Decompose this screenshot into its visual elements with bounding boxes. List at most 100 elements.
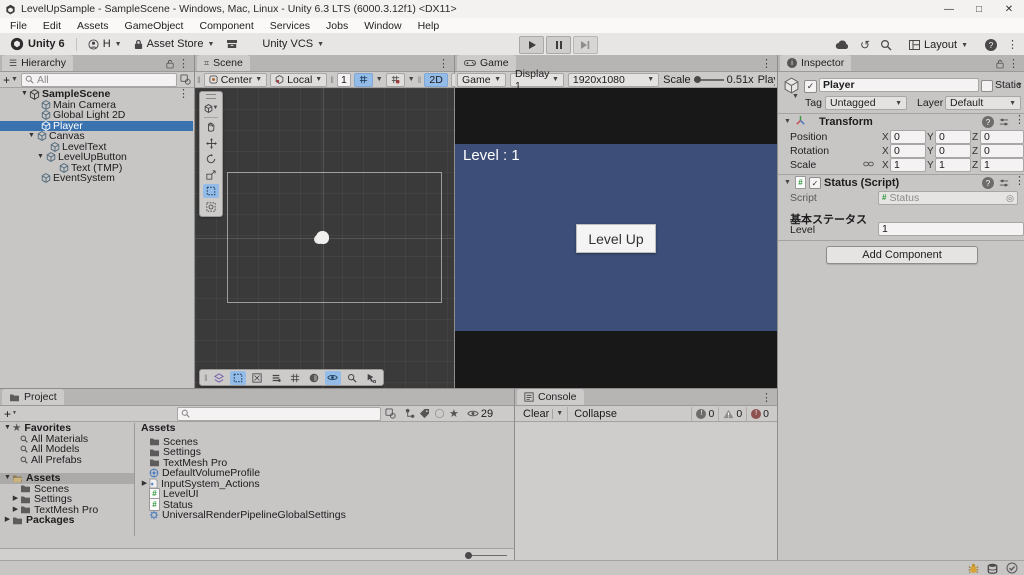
hierarchy-search-input[interactable]: All bbox=[21, 73, 177, 87]
help-icon[interactable]: ? bbox=[985, 39, 997, 51]
hierarchy-row-eventsystem[interactable]: EventSystem bbox=[0, 173, 193, 184]
maximize-button[interactable]: □ bbox=[964, 1, 994, 18]
slider-knob[interactable] bbox=[694, 76, 701, 83]
chevron-down-icon[interactable]: ▼ bbox=[3, 423, 12, 434]
tree-assets-root[interactable]: ▼ Assets bbox=[0, 473, 134, 484]
console-kebab-icon[interactable]: ⋮ bbox=[761, 393, 772, 404]
active-checkbox[interactable]: ✓ bbox=[804, 80, 817, 93]
close-button[interactable]: ✕ bbox=[994, 1, 1024, 18]
static-caret[interactable]: ▼ bbox=[1016, 82, 1023, 89]
orientation-dropdown[interactable]: Local▼ bbox=[270, 73, 327, 87]
console-log-area[interactable] bbox=[515, 423, 777, 560]
position-y-field[interactable]: 0 bbox=[935, 130, 971, 144]
package-manager-button[interactable] bbox=[220, 36, 244, 52]
2d-mode-toggle[interactable]: 2D bbox=[424, 73, 447, 87]
warning-count-button[interactable]: 0 bbox=[718, 407, 746, 421]
clear-button[interactable]: Clear ▼ bbox=[519, 407, 567, 421]
undo-history-icon[interactable]: ↺ bbox=[860, 38, 870, 52]
hierarchy-row-scene[interactable]: ▼ SampleScene ⋮ bbox=[0, 89, 193, 100]
rect-tool-button[interactable] bbox=[203, 184, 219, 198]
rotation-x-field[interactable]: 0 bbox=[890, 144, 926, 158]
menu-help[interactable]: Help bbox=[410, 20, 448, 32]
isolation-button[interactable] bbox=[249, 371, 265, 385]
play-button[interactable] bbox=[519, 36, 544, 54]
menu-edit[interactable]: Edit bbox=[35, 20, 69, 32]
hierarchy-row-global-light[interactable]: Global Light 2D bbox=[0, 110, 193, 121]
transform-tool-button[interactable] bbox=[203, 200, 219, 214]
inspector-kebab-icon[interactable]: ⋮ bbox=[1008, 59, 1019, 70]
hierarchy-row-levelupbutton[interactable]: ▼ LevelUpButton bbox=[0, 152, 193, 163]
script-reference-field[interactable]: # Status ◎ bbox=[878, 191, 1018, 205]
menu-jobs[interactable]: Jobs bbox=[318, 20, 356, 32]
presets-icon[interactable] bbox=[999, 178, 1009, 188]
lock-icon[interactable] bbox=[996, 59, 1004, 69]
favorites-all-prefabs[interactable]: All Prefabs bbox=[0, 455, 134, 466]
icon-picker-caret[interactable]: ▼ bbox=[792, 93, 799, 100]
rotate-tool-button[interactable] bbox=[203, 152, 219, 166]
hidden-count-button[interactable]: 29 bbox=[467, 408, 493, 420]
transform-foldout[interactable]: ▼ bbox=[784, 118, 791, 125]
static-checkbox[interactable] bbox=[981, 80, 993, 92]
tab-scene[interactable]: ⌗ Scene bbox=[197, 55, 250, 71]
chevron-down-icon[interactable]: ▼ bbox=[20, 89, 29, 100]
menu-assets[interactable]: Assets bbox=[69, 20, 117, 32]
help-icon[interactable]: ? bbox=[982, 116, 994, 128]
search-by-label-icon[interactable] bbox=[419, 409, 430, 419]
status-enabled-checkbox[interactable]: ✓ bbox=[809, 177, 821, 189]
progress-check-icon[interactable] bbox=[1006, 562, 1018, 574]
pause-button[interactable] bbox=[546, 36, 571, 54]
lock-icon[interactable] bbox=[166, 59, 174, 69]
asset-row-levelui[interactable]: # LevelUI bbox=[136, 489, 514, 500]
menu-services[interactable]: Services bbox=[262, 20, 318, 32]
help-icon[interactable]: ? bbox=[982, 177, 994, 189]
collapse-button[interactable]: Collapse bbox=[567, 407, 623, 421]
hierarchy-kebab-icon[interactable]: ⋮ bbox=[178, 59, 189, 70]
search-filter-icon[interactable] bbox=[385, 408, 396, 419]
status-foldout[interactable]: ▼ bbox=[784, 179, 791, 186]
game-viewport[interactable]: Level : 1 Level Up bbox=[455, 88, 777, 388]
grid-snap-toggle[interactable] bbox=[354, 73, 373, 87]
scale-tool-button[interactable] bbox=[203, 168, 219, 182]
tab-hierarchy[interactable]: ☰ Hierarchy bbox=[2, 55, 73, 71]
unity-version-button[interactable]: Unity 6 bbox=[4, 36, 71, 52]
tab-game[interactable]: Game bbox=[457, 55, 516, 71]
minimize-button[interactable]: — bbox=[934, 1, 964, 18]
level-up-button[interactable]: Level Up bbox=[576, 224, 656, 253]
grid-visibility-button[interactable] bbox=[287, 371, 303, 385]
search-overlay-button[interactable] bbox=[344, 371, 360, 385]
create-add-button[interactable]: +▼ bbox=[4, 407, 17, 421]
menu-file[interactable]: File bbox=[2, 20, 35, 32]
increment-snap-caret[interactable]: ▼ bbox=[408, 76, 415, 83]
chevron-right-icon[interactable]: ▶ bbox=[11, 505, 20, 516]
favorites-all-models[interactable]: All Models bbox=[0, 444, 134, 455]
presets-icon[interactable] bbox=[999, 117, 1009, 127]
game-mode-dropdown[interactable]: Game▼ bbox=[457, 73, 506, 87]
view-tool-button[interactable] bbox=[203, 120, 219, 134]
layer-dropdown[interactable]: Default▼ bbox=[945, 96, 1021, 110]
search-icon[interactable] bbox=[880, 39, 892, 51]
unity-vcs-dropdown[interactable]: Unity VCS▼ bbox=[256, 36, 330, 52]
scale-z-field[interactable]: 1 bbox=[980, 158, 1024, 172]
step-button[interactable] bbox=[573, 36, 598, 54]
tree-packages-root[interactable]: ▶ Packages bbox=[0, 515, 134, 526]
layers-button[interactable] bbox=[268, 371, 284, 385]
slider-knob[interactable] bbox=[465, 552, 472, 559]
hierarchy-row-player[interactable]: Player bbox=[0, 121, 193, 132]
menu-component[interactable]: Component bbox=[191, 20, 261, 32]
scene-kebab-icon[interactable]: ⋮ bbox=[438, 59, 449, 70]
position-z-field[interactable]: 0 bbox=[980, 130, 1024, 144]
error-count-button[interactable]: ! 0 bbox=[746, 407, 773, 421]
add-component-button[interactable]: Add Component bbox=[826, 246, 978, 264]
scale-x-field[interactable]: 1 bbox=[890, 158, 926, 172]
rotation-z-field[interactable]: 0 bbox=[980, 144, 1024, 158]
favorite-star-icon[interactable]: ★ bbox=[449, 407, 459, 420]
lighting-button[interactable] bbox=[306, 371, 322, 385]
rotation-y-field[interactable]: 0 bbox=[935, 144, 971, 158]
tab-console[interactable]: Console bbox=[517, 389, 584, 405]
scene-viewport[interactable]: ▼ bbox=[195, 88, 454, 388]
play-focused-dropdown[interactable]: Play bbox=[758, 74, 775, 86]
layout-dropdown[interactable]: Layout▼ bbox=[902, 36, 975, 54]
project-search-input[interactable] bbox=[177, 407, 381, 421]
tool-settings-dropdown[interactable]: ▼ bbox=[203, 101, 219, 115]
menu-gameobject[interactable]: GameObject bbox=[117, 20, 192, 32]
